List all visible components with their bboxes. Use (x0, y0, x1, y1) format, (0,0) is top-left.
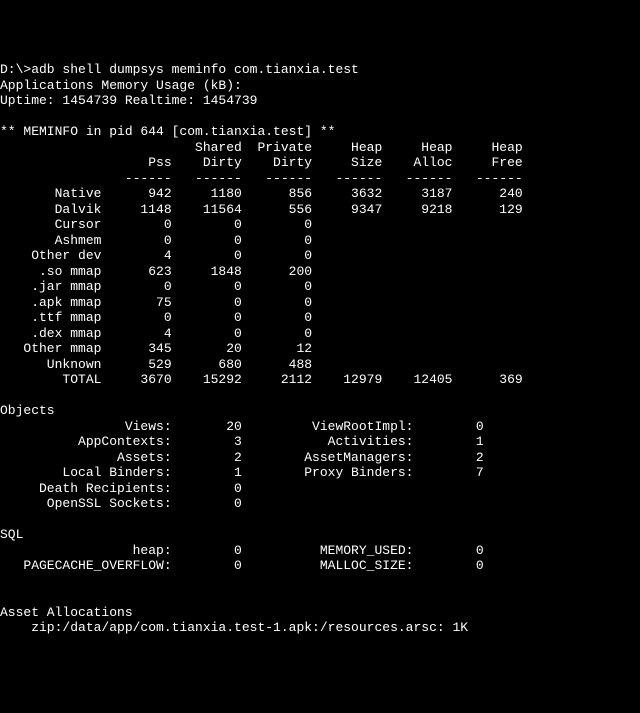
terminal-output: D:\>adb shell dumpsys meminfo com.tianxi… (0, 62, 640, 636)
meminfo-title: ** MEMINFO in pid 644 [com.tianxia.test]… (0, 124, 335, 139)
header-line-2: Uptime: 1454739 Realtime: 1454739 (0, 93, 257, 108)
asset-title: Asset Allocations (0, 605, 133, 620)
meminfo-rows: Native 942 1180 856 3632 3187 240 Dalvik… (0, 186, 523, 387)
objects-rows: Views: 20 ViewRootImpl: 0 AppContexts: 3… (0, 419, 484, 512)
column-header-row1: Shared Private Heap Heap Heap (0, 140, 523, 155)
header-line-1: Applications Memory Usage (kB): (0, 78, 242, 93)
command-prompt: D:\>adb shell dumpsys meminfo com.tianxi… (0, 62, 359, 77)
sql-rows: heap: 0 MEMORY_USED: 0 PAGECACHE_OVERFLO… (0, 543, 484, 574)
asset-line: zip:/data/app/com.tianxia.test-1.apk:/re… (0, 620, 468, 635)
column-header-row2: Pss Dirty Dirty Size Alloc Free (0, 155, 523, 170)
column-dashes: ------ ------ ------ ------ ------ -----… (0, 171, 523, 186)
objects-title: Objects (0, 403, 55, 418)
sql-title: SQL (0, 527, 23, 542)
